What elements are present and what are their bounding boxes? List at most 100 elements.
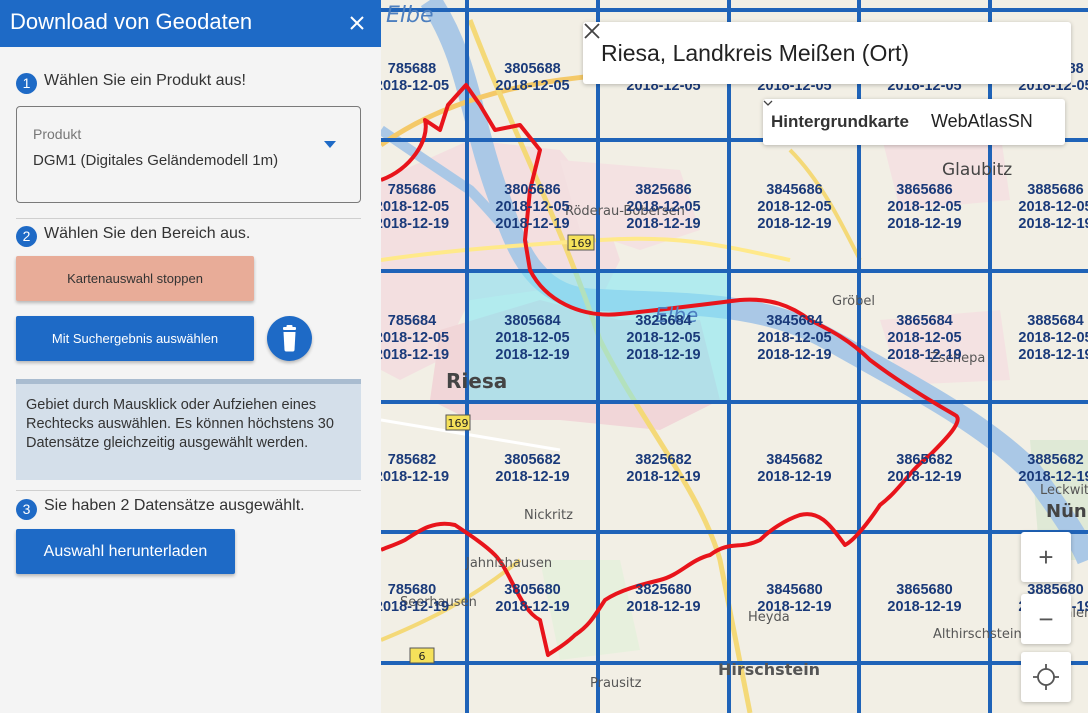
tile-date-label: 2018-12-19 [495,347,569,363]
product-select-label: Produkt [33,126,82,142]
tile-date-label: 2018-12-19 [626,216,700,232]
tile-date-label: 2018-12-19 [1018,216,1088,232]
product-select[interactable]: Produkt DGM1 (Digitales Geländemodell 1m… [16,106,361,203]
place-label: Riesa [446,369,507,393]
search-result-card: Riesa, Landkreis Meißen (Ort) [583,22,1071,84]
tile-date-label: 2018-12-19 [1018,469,1088,485]
info-box: Gebiet durch Mausklick oder Aufziehen ei… [16,379,361,480]
tile-date-label: 2018-12-05 [887,199,961,215]
road-shield-label: 169 [571,237,592,250]
tile-date-label: 2018-12-19 [381,216,449,232]
divider [16,218,361,219]
trash-icon [283,325,296,352]
tile-id-label: 785686 [388,182,436,198]
tile-date-label: 2018-12-05 [495,78,569,94]
divider [16,490,361,491]
dropdown-arrow-icon [324,141,336,148]
tile-id-label: 3885686 [1027,182,1083,198]
tile-id-label: 3805682 [504,452,560,468]
tile-date-label: 2018-12-19 [495,599,569,615]
tile-date-label: 2018-12-19 [887,216,961,232]
tile-date-label: 2018-12-05 [381,199,449,215]
tile-date-label: 2018-12-19 [626,347,700,363]
tile-date-label: 2018-12-19 [757,469,831,485]
tile-date-label: 2018-12-19 [626,469,700,485]
place-label: Glaubitz [942,160,1012,180]
map-canvas[interactable]: Elbe Glaubitz Röderau-Bobersen Gröbel Ri… [381,0,1088,713]
zoom-out-button[interactable]: − [1021,594,1071,644]
tile-date-label: 2018-12-05 [495,199,569,215]
tile-id-label: 3845686 [766,182,822,198]
search-result-text: Riesa, Landkreis Meißen (Ort) [601,40,910,66]
panel-title: Download von Geodaten [10,9,253,34]
tile-date-label: 2018-12-19 [1018,347,1088,363]
tile-date-label: 2018-12-19 [887,599,961,615]
road-shield-label: 6 [419,650,426,663]
download-selection-button[interactable]: Auswahl herunterladen [16,529,235,574]
tile-date-label: 2018-12-05 [1018,199,1088,215]
basemap-label: Hintergrundkarte [771,112,909,131]
tile-id-label: 3865684 [896,313,952,329]
tile-date-label: 2018-12-19 [626,599,700,615]
stop-map-selection-button[interactable]: Kartenauswahl stoppen [16,256,254,301]
step-3-badge: 3 [16,499,37,520]
tile-id-label: 3885684 [1027,313,1083,329]
tile-date-label: 2018-12-05 [626,330,700,346]
basemap-select[interactable]: Hintergrundkarte WebAtlasSN [763,99,1065,145]
place-label: Nickritz [524,508,573,523]
tile-id-label: 3885682 [1027,452,1083,468]
place-label: Leckwitz [1040,483,1088,498]
tile-date-label: 2018-12-05 [887,330,961,346]
tile-id-label: 3865680 [896,582,952,598]
tile-id-label: 785680 [388,582,436,598]
tile-id-label: 3825682 [635,452,691,468]
tile-id-label: 3805686 [504,182,560,198]
download-panel: Download von Geodaten 1 Wählen Sie ein P… [0,0,381,713]
step-2-text: Wählen Sie den Bereich aus. [44,225,251,242]
tile-date-label: 2018-12-19 [757,216,831,232]
close-icon[interactable] [347,13,367,33]
step-3-text: Sie haben 2 Datensätze ausgewählt. [44,497,305,514]
step-1-text: Wählen Sie ein Produkt aus! [44,72,246,89]
zoom-in-button[interactable]: + [1021,532,1071,582]
tile-date-label: 2018-12-19 [381,599,449,615]
product-select-value: DGM1 (Digitales Geländemodell 1m) [33,152,279,169]
place-label: Gröbel [832,294,875,309]
tile-date-label: 2018-12-19 [495,469,569,485]
locate-me-button[interactable] [1021,652,1071,702]
crosshair-icon [1033,664,1059,690]
tile-id-label: 3845680 [766,582,822,598]
tile-date-label: 2018-12-19 [757,347,831,363]
tile-date-label: 2018-12-19 [381,469,449,485]
tile-id-label: 3845684 [766,313,822,329]
tile-id-label: 3845682 [766,452,822,468]
place-label: Elbe [386,3,434,28]
tile-date-label: 2018-12-05 [495,330,569,346]
tile-id-label: 3825686 [635,182,691,198]
tile-date-label: 2018-12-05 [757,330,831,346]
step-1-badge: 1 [16,73,37,94]
tile-id-label: 3805684 [504,313,560,329]
step-2-badge: 2 [16,226,37,247]
close-icon[interactable] [583,22,601,40]
select-by-search-result-button[interactable]: Mit Suchergebnis auswählen [16,316,254,361]
tile-id-label: 3865682 [896,452,952,468]
place-label: Hirschstein [718,660,820,679]
chevron-down-icon [763,100,773,106]
tile-date-label: 2018-12-05 [381,330,449,346]
tile-id-label: 785684 [388,313,436,329]
tile-id-label: 785682 [388,452,436,468]
info-text: Gebiet durch Mausklick oder Aufziehen ei… [26,397,334,451]
road-shield-label: 169 [448,417,469,430]
place-label: Nün [1046,501,1087,522]
tile-id-label: 3825680 [635,582,691,598]
tile-date-label: 2018-12-05 [757,199,831,215]
tile-date-label: 2018-12-05 [1018,330,1088,346]
delete-selection-button[interactable] [267,316,312,361]
tile-date-label: 2018-12-19 [757,599,831,615]
place-label: Althirschstein [933,627,1022,642]
tile-date-label: 2018-12-19 [495,216,569,232]
tile-id-label: 3865686 [896,182,952,198]
place-label: Prausitz [590,676,642,691]
tile-date-label: 2018-12-05 [626,199,700,215]
